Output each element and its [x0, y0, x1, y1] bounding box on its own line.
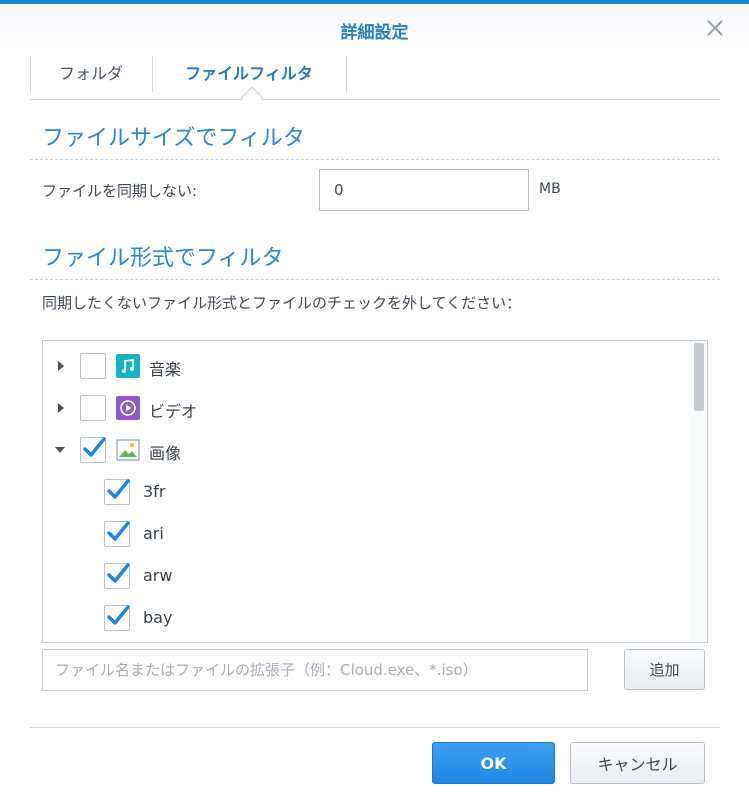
- tree-item-music[interactable]: 音楽: [43, 347, 683, 383]
- tree-item-video[interactable]: ビデオ: [43, 389, 683, 425]
- tree-item-label: ari: [143, 524, 164, 543]
- tree-item-bay[interactable]: bay: [43, 599, 683, 635]
- scrollbar-thumb[interactable]: [694, 343, 704, 411]
- tree-item-label: arw: [143, 566, 173, 585]
- size-filter-label: ファイルを同期しない:: [42, 182, 198, 200]
- file-type-tree: 音楽 ビデオ 画像 3fr ari arw bay: [42, 340, 708, 643]
- tree-item-label: bay: [143, 608, 173, 627]
- image-icon: [116, 438, 140, 462]
- tab-bar: フォルダ ファイルフィルタ: [30, 48, 720, 110]
- size-filter-heading: ファイルサイズでフィルタ: [30, 120, 720, 160]
- size-filter-input[interactable]: [319, 169, 529, 211]
- ok-button[interactable]: OK: [432, 742, 555, 784]
- add-button[interactable]: 追加: [624, 649, 705, 690]
- type-filter-description: 同期したくないファイル形式とファイルのチェックを外してください：: [42, 294, 522, 312]
- image-checkbox[interactable]: [80, 437, 106, 463]
- tab-folder[interactable]: フォルダ: [30, 56, 152, 92]
- dialog-header: 詳細設定: [0, 4, 749, 48]
- tree-item-label: 3fr: [143, 482, 166, 501]
- close-icon[interactable]: [705, 18, 725, 38]
- tree-scrollbar[interactable]: [689, 341, 707, 642]
- tree-item-arw[interactable]: arw: [43, 557, 683, 593]
- tab-file-filter[interactable]: ファイルフィルタ: [152, 56, 346, 92]
- dialog-title: 詳細設定: [340, 23, 409, 43]
- music-icon: [116, 354, 140, 378]
- tree-item-image[interactable]: 画像: [43, 431, 683, 467]
- video-icon: [116, 396, 140, 420]
- tree-item-ari[interactable]: ari: [43, 515, 683, 551]
- collapse-arrow-icon[interactable]: [55, 447, 65, 453]
- tree-item-3fr[interactable]: 3fr: [43, 473, 683, 509]
- footer-divider: [30, 727, 720, 728]
- tree-item-label: 画像: [149, 444, 182, 463]
- 3fr-checkbox[interactable]: [104, 479, 130, 505]
- size-unit-label: MB: [539, 181, 561, 197]
- ari-checkbox[interactable]: [104, 521, 130, 547]
- expand-arrow-icon[interactable]: [58, 403, 64, 413]
- custom-filter-input[interactable]: [42, 649, 588, 691]
- tree-item-label: 音楽: [149, 360, 182, 379]
- music-checkbox[interactable]: [80, 353, 106, 379]
- expand-arrow-icon[interactable]: [58, 361, 64, 371]
- video-checkbox[interactable]: [80, 395, 106, 421]
- tab-divider: [346, 56, 347, 92]
- arw-checkbox[interactable]: [104, 563, 130, 589]
- tree-item-label: ビデオ: [149, 402, 198, 421]
- type-filter-heading: ファイル形式でフィルタ: [30, 240, 720, 280]
- bay-checkbox[interactable]: [104, 605, 130, 631]
- cancel-button[interactable]: キャンセル: [570, 742, 705, 784]
